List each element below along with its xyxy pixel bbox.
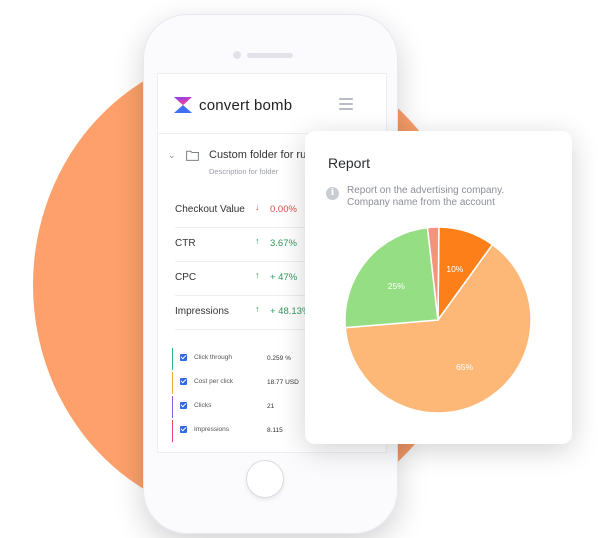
chevron-down-icon[interactable]: ⌄ (168, 150, 182, 161)
logo-text: convert bomb (199, 96, 293, 114)
row-color-bar (172, 348, 173, 370)
row-name: Clicks (194, 402, 212, 409)
metric-value: 0.00% (270, 204, 297, 215)
folder-description: Description for folder (209, 167, 279, 176)
metric-label: Checkout Value (175, 204, 245, 215)
folder-title: Custom folder for rules (209, 149, 321, 161)
pie-slice-label: 10% (446, 264, 463, 274)
arrow-up-icon: ↑ (255, 304, 260, 314)
row-name: Impressions (194, 426, 230, 433)
phone-camera (233, 51, 241, 59)
row-name: Click through (194, 354, 232, 361)
report-title: Report (328, 155, 371, 171)
folder-icon (186, 150, 199, 161)
row-value: 18.77 USD (267, 379, 299, 386)
metric-value: + 47% (270, 272, 298, 283)
phone-speaker (247, 53, 293, 58)
arrow-up-icon: ↑ (255, 270, 260, 280)
row-value: 8.115 (267, 427, 283, 434)
pie-slice-label: 65% (456, 362, 473, 372)
arrow-up-icon: ↑ (255, 236, 260, 246)
row-checkbox[interactable] (180, 402, 187, 409)
home-button[interactable] (246, 460, 284, 498)
metric-value: 3.67% (270, 238, 297, 249)
row-checkbox[interactable] (180, 354, 187, 361)
app-logo[interactable]: convert bomb (173, 94, 292, 116)
row-color-bar (172, 372, 173, 394)
row-color-bar (172, 420, 173, 442)
row-checkbox[interactable] (180, 426, 187, 433)
row-checkbox[interactable] (180, 378, 187, 385)
row-name: Cost per click (194, 378, 234, 385)
folder-header[interactable]: ⌄ Custom folder for rules (168, 149, 320, 161)
arrow-down-icon: ↓ (255, 202, 260, 212)
row-value: 21 (267, 403, 275, 410)
report-card: Report i Report on the advertising compa… (305, 131, 572, 444)
report-description: Report on the advertising company. Compa… (347, 185, 504, 209)
pie-chart: 10% 65% 25% (344, 226, 532, 414)
report-description-line2: Company name from the account (347, 197, 495, 208)
info-icon[interactable]: i (326, 187, 339, 200)
pie-slice-label: 25% (388, 281, 405, 291)
logo-icon (174, 97, 192, 113)
pie-slice (344, 226, 439, 329)
metric-label: CPC (175, 272, 197, 283)
metric-label: Impressions (175, 306, 229, 317)
metric-label: CTR (175, 238, 196, 249)
row-color-bar (172, 396, 173, 418)
report-description-line1: Report on the advertising company. (347, 185, 505, 196)
row-value: 0.259 % (267, 355, 291, 362)
hamburger-icon[interactable] (339, 98, 353, 113)
